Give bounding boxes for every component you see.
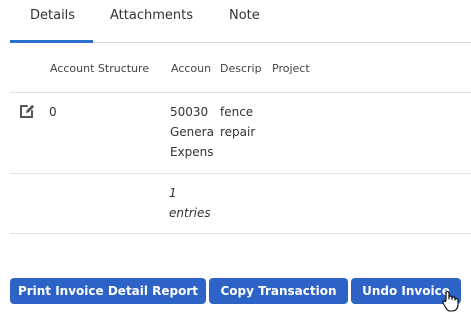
edit-icon[interactable] (18, 102, 36, 120)
table-bottom-border (10, 233, 471, 234)
tab-bar: Details Attachments Note (10, 0, 471, 43)
cell-description: fence repair (220, 105, 256, 139)
row-divider (10, 92, 471, 93)
tab-attachments[interactable]: Attachments (110, 8, 193, 23)
column-header-account[interactable]: Accoun (171, 62, 213, 75)
tab-note[interactable]: Note (229, 8, 260, 23)
cell-account: 50030 Genera Expens (170, 105, 213, 159)
copy-transaction-button[interactable]: Copy Transaction (209, 278, 348, 304)
entries-count: 1 entries (169, 186, 211, 220)
cell-account-structure: 0 (49, 105, 57, 119)
row-divider (10, 173, 471, 174)
column-header-description[interactable]: Descrip (220, 62, 264, 75)
hand-cursor-icon (442, 291, 459, 312)
print-invoice-detail-report-button[interactable]: Print Invoice Detail Report (10, 278, 206, 304)
active-tab-indicator (10, 40, 93, 43)
column-header-project[interactable]: Project (272, 62, 332, 75)
tab-details[interactable]: Details (30, 8, 75, 23)
column-header-account-structure[interactable]: Account Structure (50, 62, 158, 75)
